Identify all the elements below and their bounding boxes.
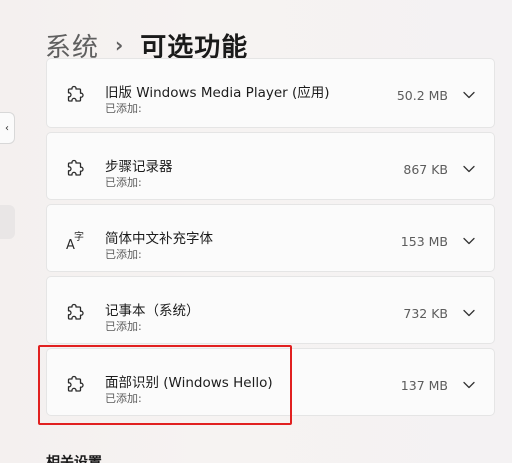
font-icon: A 字 (65, 229, 87, 251)
feature-title: 旧版 Windows Media Player (应用) (105, 85, 330, 101)
feature-status: 已添加: (105, 176, 142, 189)
feature-size: 50.2 MB (396, 88, 448, 103)
feature-status: 已添加: (105, 102, 142, 115)
feature-title: 步骤记录器 (105, 159, 173, 175)
feature-list: 旧版 Windows Media Player (应用) 已添加: 50.2 M… (46, 58, 495, 420)
puzzle-icon (65, 301, 87, 323)
feature-item-media-player[interactable]: 旧版 Windows Media Player (应用) 已添加: 50.2 M… (46, 58, 495, 128)
nav-selected-item[interactable] (0, 205, 15, 239)
feature-status: 已添加: (105, 248, 142, 261)
chevron-down-icon[interactable] (461, 305, 477, 321)
settings-window: ‹ 系统 › 可选功能 旧版 Windows Media Player (应用)… (0, 0, 512, 463)
svg-text:字: 字 (74, 230, 84, 243)
feature-title: 记事本（系统） (105, 303, 200, 319)
puzzle-icon (65, 157, 87, 179)
feature-item-chinese-fonts[interactable]: A 字 简体中文补充字体 已添加: 153 MB (46, 204, 495, 272)
chevron-down-icon[interactable] (461, 161, 477, 177)
nav-back-item[interactable]: ‹ (0, 112, 15, 144)
feature-item-notepad[interactable]: 记事本（系统） 已添加: 732 KB (46, 276, 495, 344)
feature-size: 867 KB (403, 162, 448, 177)
feature-size: 137 MB (400, 378, 448, 393)
chevron-down-icon[interactable] (461, 87, 477, 103)
feature-title: 简体中文补充字体 (105, 231, 213, 247)
chevron-down-icon[interactable] (461, 377, 477, 393)
puzzle-icon (65, 83, 87, 105)
feature-status: 已添加: (105, 320, 142, 333)
related-settings-heading: 相关设置 (46, 455, 102, 463)
feature-status: 已添加: (105, 392, 142, 405)
back-glyph-icon: ‹ (5, 122, 9, 134)
feature-title: 面部识别 (Windows Hello) (105, 375, 273, 391)
breadcrumb-separator: › (115, 33, 125, 57)
feature-item-face-recognition[interactable]: 面部识别 (Windows Hello) 已添加: 137 MB (46, 348, 495, 416)
feature-size: 732 KB (403, 306, 448, 321)
puzzle-icon (65, 373, 87, 395)
nav-pane-edge: ‹ (0, 0, 20, 463)
chevron-down-icon[interactable] (461, 233, 477, 249)
feature-size: 153 MB (400, 234, 448, 249)
feature-item-steps-recorder[interactable]: 步骤记录器 已添加: 867 KB (46, 132, 495, 200)
